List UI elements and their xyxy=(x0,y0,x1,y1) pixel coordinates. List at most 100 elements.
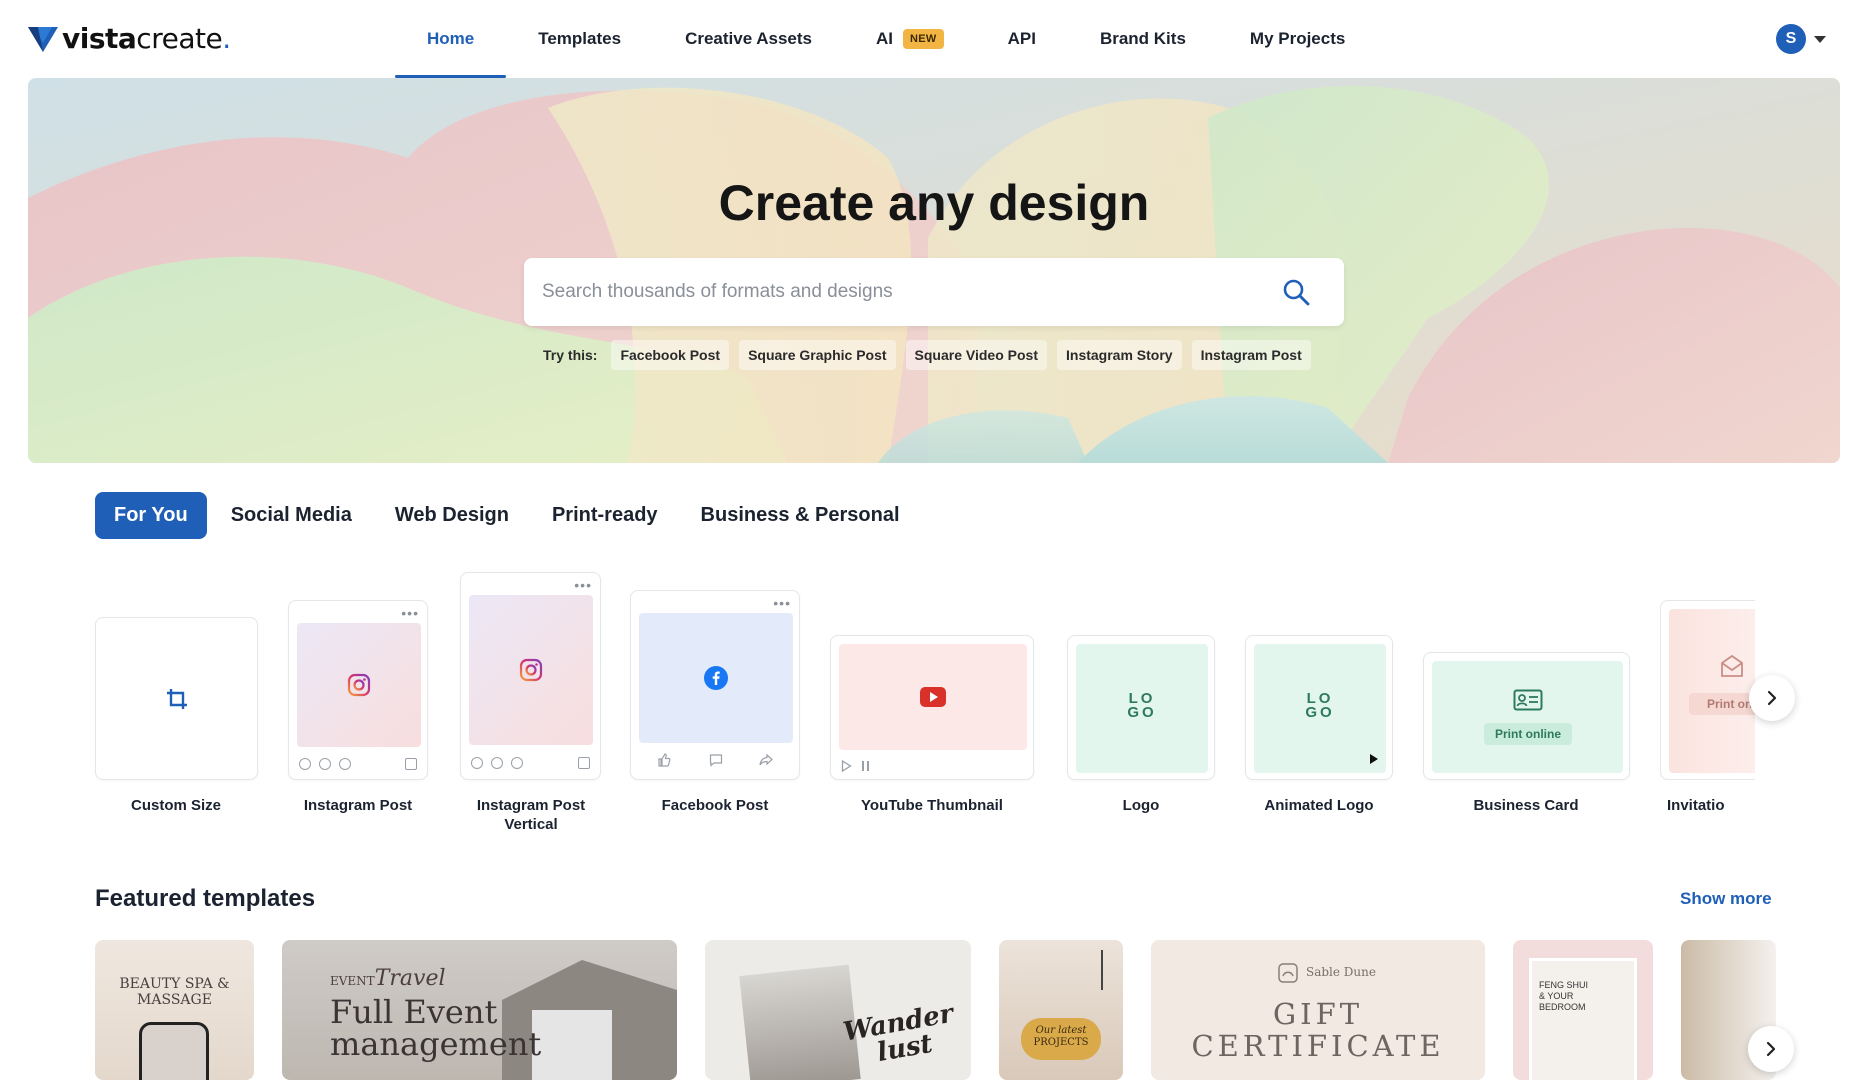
nav-brand-kits[interactable]: Brand Kits xyxy=(1068,0,1218,78)
template-text: GIFT CERTIFICATE xyxy=(1191,997,1445,1063)
main-nav: Home Templates Creative Assets AI NEW API… xyxy=(395,0,1377,78)
tab-print-ready[interactable]: Print-ready xyxy=(533,492,677,539)
featured-next-button[interactable] xyxy=(1748,1026,1794,1072)
tab-social-media[interactable]: Social Media xyxy=(212,492,371,539)
suggestion-chip[interactable]: Facebook Post xyxy=(611,340,730,370)
comment-icon xyxy=(709,754,723,767)
format-label-line: Vertical xyxy=(504,816,558,833)
post-action-icons xyxy=(471,757,523,769)
format-card-instagram-post-vertical[interactable]: ••• xyxy=(460,572,601,780)
suggestion-chip[interactable]: Square Video Post xyxy=(905,340,1047,370)
print-online-pill: Print onli xyxy=(1689,693,1755,715)
nav-home[interactable]: Home xyxy=(395,0,507,78)
template-card[interactable]: EVENTTravel Full Event management xyxy=(282,940,677,1080)
try-this-label: Try this: xyxy=(543,347,598,363)
envelope-icon xyxy=(1721,654,1743,677)
template-pendant-light xyxy=(1101,950,1103,990)
chevron-right-icon xyxy=(1767,690,1777,706)
pause-icon xyxy=(862,761,869,771)
carousel-next-button[interactable] xyxy=(1749,675,1795,721)
logo-text-icon: LO GO xyxy=(1127,690,1157,721)
template-text: Wander lust xyxy=(840,998,956,1069)
format-card-business-card[interactable]: Print online xyxy=(1423,652,1630,780)
play-icon xyxy=(841,760,852,772)
print-online-pill: Print online xyxy=(1484,723,1572,745)
suggestion-chip[interactable]: Square Graphic Post xyxy=(739,340,896,370)
tab-for-you[interactable]: For You xyxy=(95,492,207,539)
logo-wordmark: vistacreate. xyxy=(62,22,231,55)
logo-text-icon: LO GO xyxy=(1305,690,1335,721)
bookmark-icon xyxy=(578,757,590,769)
share-icon xyxy=(511,757,523,769)
format-label: Instagram Post Vertical xyxy=(441,796,621,834)
hero-banner: Create any design Try this: Facebook Pos… xyxy=(28,78,1840,463)
search-input[interactable] xyxy=(542,258,1242,326)
user-menu[interactable]: S xyxy=(1776,24,1826,54)
tab-business-personal[interactable]: Business & Personal xyxy=(682,492,919,539)
vistacreate-logo[interactable]: vistacreate. xyxy=(28,22,231,55)
preview-area xyxy=(1432,661,1623,773)
template-text: FENG SHUI & YOUR BEDROOM xyxy=(1539,980,1589,1012)
vistacreate-logo-icon xyxy=(28,26,58,52)
template-photo xyxy=(1529,958,1637,1080)
share-icon xyxy=(339,758,351,770)
comment-icon xyxy=(319,758,331,770)
suggestion-chip[interactable]: Instagram Story xyxy=(1057,340,1182,370)
preview-area xyxy=(1669,609,1755,773)
template-photo xyxy=(139,1022,209,1080)
brand-seal-icon xyxy=(1278,963,1298,983)
template-card[interactable]: FENG SHUI & YOUR BEDROOM xyxy=(1513,940,1653,1080)
template-text: EVENTTravel xyxy=(330,966,446,991)
bookmark-icon xyxy=(405,758,417,770)
template-card[interactable]: Our latest PROJECTS xyxy=(999,940,1123,1080)
id-card-icon xyxy=(1513,689,1543,711)
template-card[interactable]: Sable Dune GIFT CERTIFICATE xyxy=(1151,940,1485,1080)
format-card-youtube-thumbnail[interactable] xyxy=(830,635,1034,780)
format-label: Logo xyxy=(1122,797,1160,814)
suggestion-chip[interactable]: Instagram Post xyxy=(1191,340,1311,370)
nav-my-projects[interactable]: My Projects xyxy=(1218,0,1377,78)
instagram-icon xyxy=(519,658,543,682)
format-label: Instagram Post xyxy=(303,797,413,814)
nav-creative-assets[interactable]: Creative Assets xyxy=(653,0,844,78)
chevron-down-icon[interactable] xyxy=(1814,35,1826,43)
format-carousel: Custom Size ••• Instagram Post ••• Insta… xyxy=(95,570,1795,840)
instagram-icon xyxy=(347,673,371,697)
like-icon xyxy=(658,753,671,767)
format-label-line: Instagram Post xyxy=(476,797,586,814)
avatar[interactable]: S xyxy=(1776,24,1806,54)
format-card-instagram-post[interactable]: ••• xyxy=(288,600,428,780)
format-label: Facebook Post xyxy=(661,797,769,814)
template-text: BEAUTY SPA & MASSAGE xyxy=(119,976,230,1008)
search-bar[interactable] xyxy=(524,258,1344,326)
format-card-facebook-post[interactable]: ••• xyxy=(630,590,800,780)
show-more-link[interactable]: Show more xyxy=(1680,889,1772,909)
nav-ai[interactable]: AI NEW xyxy=(844,0,976,78)
format-card-custom-size[interactable] xyxy=(95,617,258,780)
template-card[interactable]: Wander lust xyxy=(705,940,971,1080)
format-card-logo[interactable]: LO GO xyxy=(1067,635,1215,780)
format-label: Animated Logo xyxy=(1264,797,1374,814)
play-icon xyxy=(1370,754,1378,764)
tab-web-design[interactable]: Web Design xyxy=(376,492,528,539)
nav-api[interactable]: API xyxy=(976,0,1068,78)
chevron-right-icon xyxy=(1766,1041,1776,1057)
nav-templates[interactable]: Templates xyxy=(506,0,653,78)
more-icon: ••• xyxy=(401,605,419,621)
template-text: Our latest PROJECTS xyxy=(1033,1025,1089,1048)
more-icon: ••• xyxy=(574,577,592,593)
format-card-animated-logo[interactable]: LO GO xyxy=(1245,635,1393,780)
format-card-invitation[interactable]: Print onli xyxy=(1660,600,1755,780)
hero-title: Create any design xyxy=(718,175,1150,231)
template-brand: Sable Dune xyxy=(1306,965,1376,979)
post-action-icons xyxy=(299,758,351,770)
search-icon[interactable] xyxy=(1282,278,1310,306)
youtube-icon xyxy=(920,687,946,707)
format-label: Custom Size xyxy=(130,797,221,814)
template-card[interactable]: BEAUTY SPA & MASSAGE xyxy=(95,940,254,1080)
share-icon xyxy=(759,753,773,766)
heart-icon xyxy=(299,758,311,770)
template-text: Full Event management xyxy=(330,993,542,1063)
category-tabs: For You Social Media Web Design Print-re… xyxy=(95,492,924,539)
search-suggestions: Try this: Facebook Post Square Graphic P… xyxy=(543,340,1311,370)
